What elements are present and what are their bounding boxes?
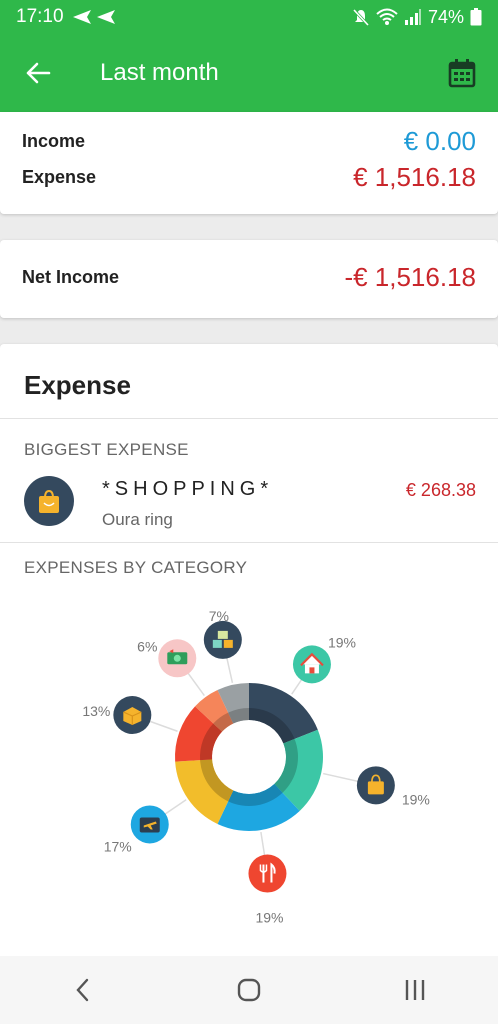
summary-card: Income € 0.00 Expense € 1,516.18 [0, 112, 498, 214]
chart-percent-label: 6% [137, 638, 157, 654]
arrow-left-icon [26, 62, 51, 84]
chart-percent-label: 19% [402, 791, 430, 807]
shopping-bag-icon[interactable] [356, 766, 395, 805]
back-button[interactable] [18, 53, 58, 93]
chart-icons [113, 620, 395, 893]
net-income-label: Net Income [22, 267, 120, 287]
chevron-left-icon [76, 978, 89, 1002]
home-circle-icon [237, 978, 261, 1002]
signal-icon [404, 9, 421, 25]
expenses-by-category-header: EXPENSES BY CATEGORY [24, 558, 248, 577]
biggest-expense-category: *SHOPPING* [102, 478, 274, 500]
recents-icon [405, 980, 425, 1000]
app-bar: Last month [0, 34, 498, 112]
shopping-bag-icon [24, 476, 74, 526]
biggest-expense-amount: € 268.38 [405, 480, 476, 500]
chart-slices [175, 683, 323, 831]
chart-percent-label: 19% [328, 634, 356, 650]
status-bar: 17:10 74% [0, 0, 498, 34]
expense-row: Expense € 1,516.18 [22, 162, 476, 193]
nav-back-button[interactable] [53, 960, 113, 1020]
status-right-icons: 74% [352, 7, 482, 28]
net-income-card: Net Income -€ 1,516.18 [0, 240, 498, 318]
net-income-value: -€ 1,516.18 [344, 262, 476, 292]
chart-percent-label: 19% [255, 910, 283, 926]
battery-icon [470, 8, 482, 26]
system-nav-bar [0, 956, 498, 1024]
home-icon[interactable] [292, 645, 331, 684]
income-label: Income [22, 131, 86, 151]
expense-card: Expense BIGGEST EXPENSE *SHOPPING* Oura … [0, 344, 498, 956]
income-row: Income € 0.00 [22, 126, 476, 157]
calendar-icon [448, 59, 476, 88]
expense-label: Expense [22, 167, 97, 187]
income-value: € 0.00 [403, 126, 476, 156]
biggest-expense-note: Oura ring [102, 510, 173, 529]
nav-recents-button[interactable] [385, 960, 445, 1020]
expense-section-title: Expense [24, 370, 131, 400]
chart-percent-label: 13% [82, 703, 110, 719]
expenses-donut-chart: 19% 19% 19% 17% 13% 6% 7% [82, 608, 430, 926]
send-icon [96, 10, 115, 24]
status-time: 17:10 [16, 6, 64, 27]
biggest-expense-header: BIGGEST EXPENSE [24, 440, 189, 459]
restaurant-icon[interactable] [248, 854, 287, 893]
nav-home-button[interactable] [219, 960, 279, 1020]
net-income-row: Net Income -€ 1,516.18 [22, 262, 476, 293]
airplane-icon[interactable] [130, 805, 169, 844]
wifi-icon [376, 8, 398, 25]
mute-icon [352, 8, 370, 26]
expense-value: € 1,516.18 [353, 162, 476, 192]
calendar-button[interactable] [444, 55, 480, 91]
status-left-icons [72, 9, 116, 25]
battery-percent: 74% [427, 6, 464, 27]
chart-percent-label: 17% [104, 838, 132, 854]
page-title: Last month [100, 59, 219, 86]
divider [0, 418, 498, 419]
biggest-expense-item[interactable]: *SHOPPING* Oura ring € 268.38 [24, 474, 476, 530]
divider [0, 542, 498, 543]
money-icon[interactable] [158, 639, 197, 678]
package-icon[interactable] [113, 695, 152, 734]
boxes-icon[interactable] [203, 620, 242, 659]
chart-percent-label: 7% [209, 608, 229, 624]
send-icon [72, 10, 91, 24]
